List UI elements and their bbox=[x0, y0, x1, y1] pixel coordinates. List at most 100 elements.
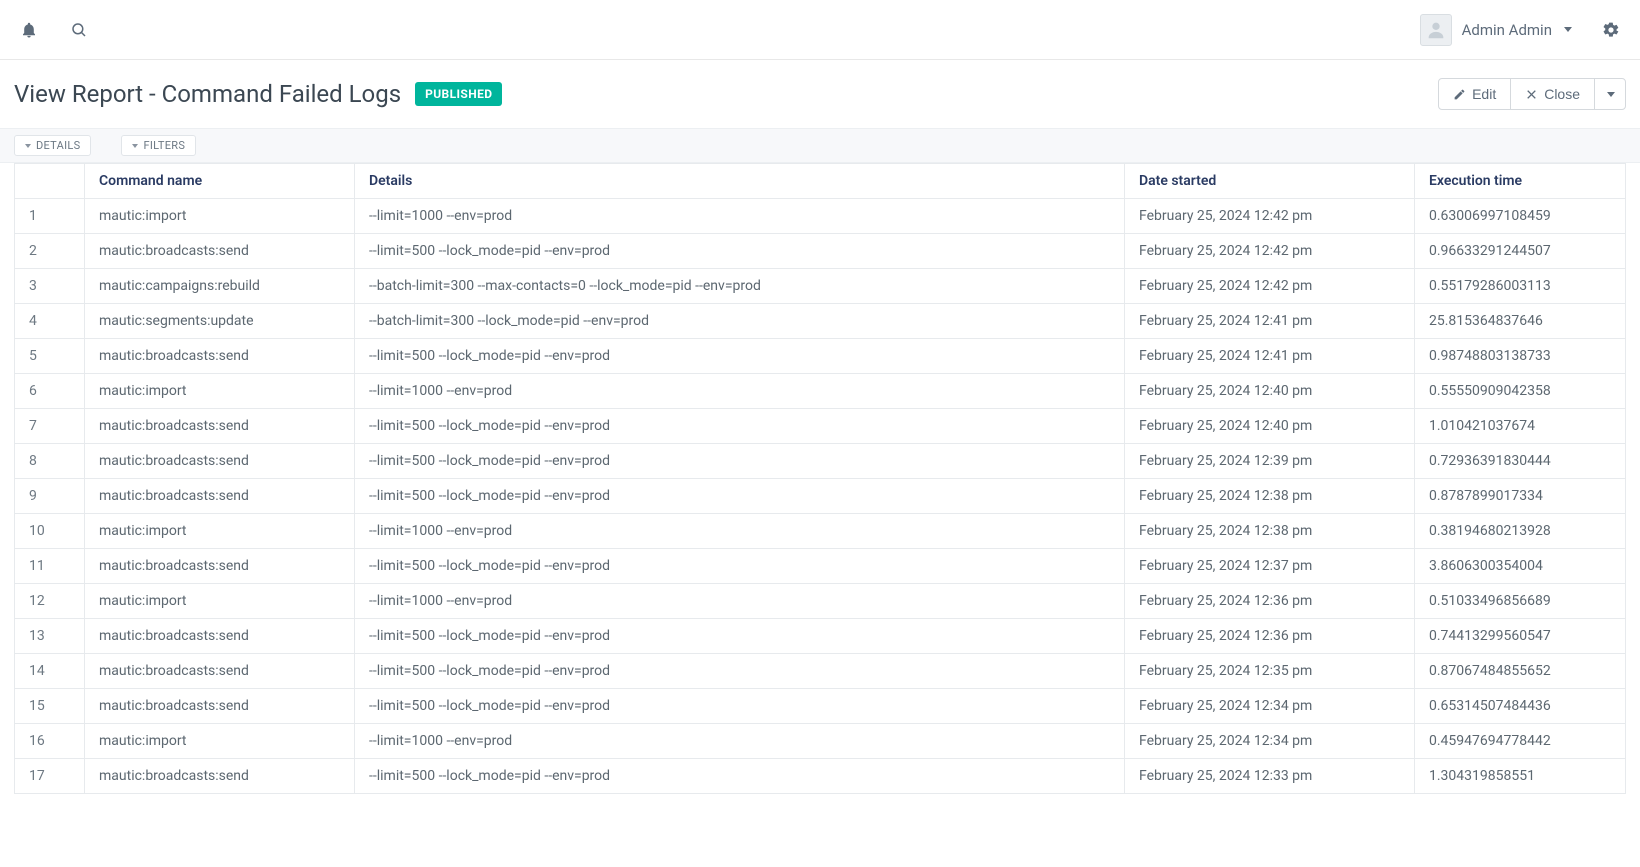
tab-filters-label: FILTERS bbox=[143, 139, 185, 152]
cell-index: 1 bbox=[15, 199, 85, 234]
table-row: 11mautic:broadcasts:send--limit=500 --lo… bbox=[15, 549, 1625, 584]
cell-exec: 0.87067484855652 bbox=[1415, 654, 1625, 689]
cell-details: --limit=500 --lock_mode=pid --env=prod bbox=[355, 759, 1125, 794]
report-table: Command name Details Date started Execut… bbox=[14, 163, 1626, 794]
cell-command: mautic:import bbox=[85, 199, 355, 234]
pencil-icon bbox=[1453, 88, 1466, 101]
cell-index: 4 bbox=[15, 304, 85, 339]
cell-index: 10 bbox=[15, 514, 85, 549]
chevron-down-icon bbox=[1564, 27, 1572, 32]
cell-details: --batch-limit=300 --max-contacts=0 --loc… bbox=[355, 269, 1125, 304]
col-index bbox=[15, 164, 85, 199]
cell-date: February 25, 2024 12:37 pm bbox=[1125, 549, 1415, 584]
close-button[interactable]: Close bbox=[1510, 78, 1595, 110]
table-row: 15mautic:broadcasts:send--limit=500 --lo… bbox=[15, 689, 1625, 724]
cell-date: February 25, 2024 12:36 pm bbox=[1125, 584, 1415, 619]
gear-icon[interactable] bbox=[1600, 19, 1622, 41]
table-row: 16mautic:import--limit=1000 --env=prodFe… bbox=[15, 724, 1625, 759]
cell-index: 12 bbox=[15, 584, 85, 619]
cell-details: --limit=500 --lock_mode=pid --env=prod bbox=[355, 409, 1125, 444]
cell-date: February 25, 2024 12:34 pm bbox=[1125, 724, 1415, 759]
cell-date: February 25, 2024 12:42 pm bbox=[1125, 234, 1415, 269]
cell-index: 5 bbox=[15, 339, 85, 374]
cell-exec: 0.51033496856689 bbox=[1415, 584, 1625, 619]
tab-details-label: DETAILS bbox=[36, 139, 80, 152]
cell-index: 13 bbox=[15, 619, 85, 654]
topbar-left bbox=[18, 19, 90, 41]
cell-details: --limit=500 --lock_mode=pid --env=prod bbox=[355, 234, 1125, 269]
table-row: 17mautic:broadcasts:send--limit=500 --lo… bbox=[15, 759, 1625, 794]
col-date[interactable]: Date started bbox=[1125, 164, 1415, 199]
cell-index: 17 bbox=[15, 759, 85, 794]
cell-details: --limit=500 --lock_mode=pid --env=prod bbox=[355, 479, 1125, 514]
cell-date: February 25, 2024 12:38 pm bbox=[1125, 479, 1415, 514]
topbar: Admin Admin bbox=[0, 0, 1640, 60]
cell-exec: 0.55179286003113 bbox=[1415, 269, 1625, 304]
cell-exec: 0.8787899017334 bbox=[1415, 479, 1625, 514]
cell-details: --limit=500 --lock_mode=pid --env=prod bbox=[355, 549, 1125, 584]
chevron-down-icon bbox=[25, 144, 31, 148]
cell-command: mautic:import bbox=[85, 514, 355, 549]
col-exec[interactable]: Execution time bbox=[1415, 164, 1625, 199]
cell-date: February 25, 2024 12:41 pm bbox=[1125, 339, 1415, 374]
cell-command: mautic:broadcasts:send bbox=[85, 409, 355, 444]
user-name: Admin Admin bbox=[1462, 21, 1552, 39]
cell-command: mautic:campaigns:rebuild bbox=[85, 269, 355, 304]
user-menu[interactable]: Admin Admin bbox=[1420, 14, 1572, 46]
cell-details: --limit=500 --lock_mode=pid --env=prod bbox=[355, 444, 1125, 479]
cell-date: February 25, 2024 12:39 pm bbox=[1125, 444, 1415, 479]
cell-details: --limit=500 --lock_mode=pid --env=prod bbox=[355, 619, 1125, 654]
cell-command: mautic:broadcasts:send bbox=[85, 479, 355, 514]
cell-details: --limit=1000 --env=prod bbox=[355, 514, 1125, 549]
chevron-down-icon bbox=[132, 144, 138, 148]
col-details[interactable]: Details bbox=[355, 164, 1125, 199]
tab-filters[interactable]: FILTERS bbox=[121, 135, 196, 156]
status-badge: PUBLISHED bbox=[415, 82, 502, 106]
cell-command: mautic:broadcasts:send bbox=[85, 549, 355, 584]
edit-button[interactable]: Edit bbox=[1438, 78, 1511, 110]
cell-date: February 25, 2024 12:38 pm bbox=[1125, 514, 1415, 549]
cell-details: --limit=1000 --env=prod bbox=[355, 374, 1125, 409]
cell-exec: 3.8606300354004 bbox=[1415, 549, 1625, 584]
notifications-icon[interactable] bbox=[18, 19, 40, 41]
table-row: 6mautic:import--limit=1000 --env=prodFeb… bbox=[15, 374, 1625, 409]
cell-date: February 25, 2024 12:42 pm bbox=[1125, 269, 1415, 304]
tab-details[interactable]: DETAILS bbox=[14, 135, 91, 156]
cell-command: mautic:broadcasts:send bbox=[85, 759, 355, 794]
cell-date: February 25, 2024 12:41 pm bbox=[1125, 304, 1415, 339]
table-row: 12mautic:import--limit=1000 --env=prodFe… bbox=[15, 584, 1625, 619]
search-icon[interactable] bbox=[68, 19, 90, 41]
more-actions-button[interactable] bbox=[1594, 78, 1626, 110]
cell-details: --limit=500 --lock_mode=pid --env=prod bbox=[355, 339, 1125, 374]
cell-details: --batch-limit=300 --lock_mode=pid --env=… bbox=[355, 304, 1125, 339]
cell-index: 9 bbox=[15, 479, 85, 514]
cell-exec: 1.304319858551 bbox=[1415, 759, 1625, 794]
cell-index: 15 bbox=[15, 689, 85, 724]
table-row: 2mautic:broadcasts:send--limit=500 --loc… bbox=[15, 234, 1625, 269]
cell-command: mautic:import bbox=[85, 724, 355, 759]
cell-details: --limit=1000 --env=prod bbox=[355, 724, 1125, 759]
cell-index: 8 bbox=[15, 444, 85, 479]
cell-index: 6 bbox=[15, 374, 85, 409]
cell-exec: 0.38194680213928 bbox=[1415, 514, 1625, 549]
header-actions: Edit Close bbox=[1438, 78, 1626, 110]
table-row: 10mautic:import--limit=1000 --env=prodFe… bbox=[15, 514, 1625, 549]
cell-exec: 0.72936391830444 bbox=[1415, 444, 1625, 479]
cell-date: February 25, 2024 12:35 pm bbox=[1125, 654, 1415, 689]
avatar bbox=[1420, 14, 1452, 46]
subbar: DETAILS FILTERS bbox=[0, 128, 1640, 163]
col-command[interactable]: Command name bbox=[85, 164, 355, 199]
cell-exec: 0.65314507484436 bbox=[1415, 689, 1625, 724]
cell-date: February 25, 2024 12:36 pm bbox=[1125, 619, 1415, 654]
cell-date: February 25, 2024 12:40 pm bbox=[1125, 374, 1415, 409]
cell-index: 16 bbox=[15, 724, 85, 759]
close-icon bbox=[1525, 88, 1538, 101]
cell-command: mautic:broadcasts:send bbox=[85, 234, 355, 269]
cell-exec: 1.010421037674 bbox=[1415, 409, 1625, 444]
cell-command: mautic:broadcasts:send bbox=[85, 619, 355, 654]
cell-command: mautic:segments:update bbox=[85, 304, 355, 339]
cell-details: --limit=500 --lock_mode=pid --env=prod bbox=[355, 654, 1125, 689]
cell-details: --limit=500 --lock_mode=pid --env=prod bbox=[355, 689, 1125, 724]
cell-date: February 25, 2024 12:42 pm bbox=[1125, 199, 1415, 234]
cell-exec: 0.55550909042358 bbox=[1415, 374, 1625, 409]
